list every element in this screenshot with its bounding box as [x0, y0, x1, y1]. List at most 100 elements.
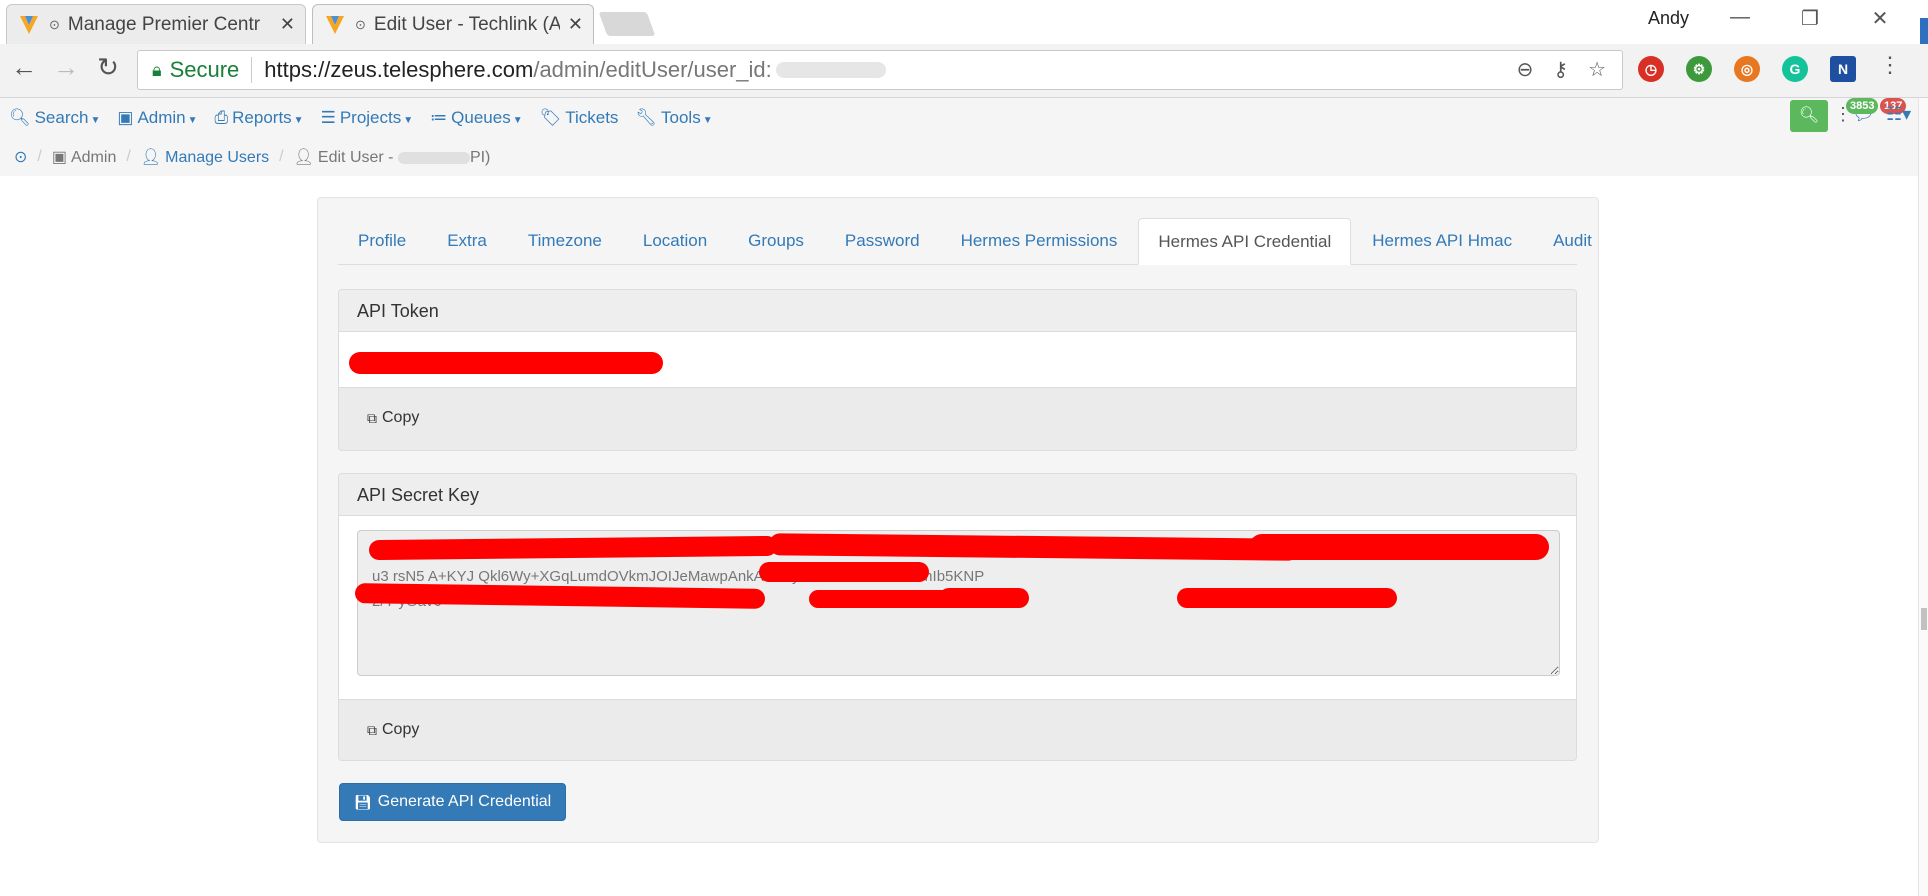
lock-icon: 🔒︎ — [152, 59, 162, 80]
breadcrumb-separator: / — [37, 148, 42, 165]
nav-queues[interactable]: ≔ Queues ▼ — [430, 108, 522, 128]
tab-timezone[interactable]: Timezone — [508, 218, 622, 264]
wrench-icon: 🔧︎ — [635, 108, 658, 127]
breadcrumb-manage-users[interactable]: 👤︎ Manage Users — [141, 147, 269, 167]
user-tabs: Profile Extra Timezone Location Groups P… — [338, 218, 1592, 265]
user-icon: 👤︎ — [140, 149, 162, 166]
breadcrumb-admin[interactable]: ▣ Admin — [52, 147, 116, 167]
page-scrollbar[interactable] — [1918, 98, 1928, 896]
browser-tab-edit-user[interactable]: ⊙ Edit User - Techlink (AI ✕ — [312, 4, 594, 44]
browser-tab-title: Edit User - Techlink (AI — [373, 13, 560, 35]
url-bar[interactable]: 🔒︎ Secure https://zeus.telesphere.com /a… — [137, 50, 1623, 90]
archive-icon: ▣ — [51, 149, 67, 166]
redaction-mark — [349, 352, 663, 374]
app-navbar: 🔍︎ Search ▼ ▣ Admin ▼ ⎙ Reports ▼ ☰ Projects ▼ ≔… — [0, 98, 1928, 138]
tab-location[interactable]: Location — [623, 218, 727, 264]
caret-down-icon: ▼ — [702, 115, 713, 126]
zoom-icon[interactable]: ⊖ — [1517, 57, 1534, 82]
tab-hermes-permissions[interactable]: Hermes Permissions — [941, 218, 1138, 264]
caret-down-icon: ▼ — [293, 115, 304, 126]
nav-label: Admin — [137, 108, 186, 127]
breadcrumb-edit-user: 👤︎ Edit User - PI) — [294, 147, 491, 167]
breadcrumb: ⊙ / ▣ Admin / 👤︎ Manage Users / 👤︎ Edit Use… — [0, 138, 1928, 176]
gear-extension-icon[interactable]: ⚙ — [1686, 56, 1712, 82]
globe-icon: ⊙ — [355, 16, 366, 32]
save-icon: 💾︎ — [354, 793, 372, 810]
app-logo-icon — [326, 15, 344, 34]
star-icon[interactable]: ☆ — [1588, 57, 1606, 82]
browser-tab-bar: ⊙ Manage Premier Centr ✕ ⊙ Edit User - T… — [0, 0, 1928, 44]
browser-tab-title: Manage Premier Centr — [67, 13, 261, 35]
browser-menu-icon[interactable]: ⋮ — [1872, 52, 1908, 78]
nav-admin[interactable]: ▣ Admin ▼ — [117, 108, 197, 128]
caret-down-icon: ▼ — [512, 115, 523, 126]
key-icon[interactable]: ⚷ — [1553, 57, 1568, 82]
tab-groups[interactable]: Groups — [728, 218, 824, 264]
timer-extension-icon[interactable]: ◷ — [1638, 56, 1664, 82]
copy-icon: ⧉ — [367, 409, 377, 426]
forward-icon[interactable]: → — [48, 52, 84, 83]
search-icon: 🔍︎ — [9, 108, 31, 127]
restore-icon[interactable]: ❐ — [1790, 6, 1830, 31]
nav-label: Projects — [339, 108, 402, 127]
generate-label: Generate API Credential — [377, 793, 552, 810]
close-tab-icon[interactable]: ✕ — [280, 14, 295, 35]
tab-profile[interactable]: Profile — [338, 218, 426, 264]
breadcrumb-label: Manage Users — [165, 149, 270, 166]
api-token-value[interactable] — [339, 332, 1576, 388]
tab-audit[interactable]: Audit — [1533, 218, 1612, 264]
sliders-icon[interactable]: ☷▾ — [1886, 104, 1911, 125]
lifebuoy-extension-icon[interactable]: ◎ — [1734, 56, 1760, 82]
browser-tab-manage-premier[interactable]: ⊙ Manage Premier Centr ✕ — [6, 4, 306, 44]
close-window-icon[interactable]: ✕ — [1860, 6, 1900, 31]
back-icon[interactable]: ← — [6, 52, 42, 83]
tab-extra[interactable]: Extra — [427, 218, 507, 264]
api-secret-footer: ⧉ Copy — [339, 700, 1576, 760]
n-extension-icon[interactable]: N — [1830, 56, 1856, 82]
tag-icon: 🏷︎ — [539, 108, 562, 127]
close-tab-icon[interactable]: ✕ — [568, 14, 583, 35]
api-token-panel: API Token ⧉ Copy — [338, 289, 1577, 451]
messages-badge: 3853 — [1846, 98, 1879, 114]
redacted-user-id — [775, 62, 886, 78]
redaction-mark — [368, 535, 778, 561]
caret-down-icon: ▼ — [90, 115, 101, 126]
home-icon[interactable]: ⊙ — [14, 147, 27, 167]
nav-reports[interactable]: ⎙ Reports ▼ — [215, 108, 304, 128]
scrollbar-thumb[interactable] — [1921, 608, 1927, 630]
tab-hermes-api-credential[interactable]: Hermes API Credential — [1138, 218, 1352, 265]
copy-secret-button[interactable]: ⧉ Copy — [357, 714, 429, 746]
redacted-user-name — [397, 151, 470, 164]
reload-icon[interactable]: ↻ — [90, 52, 126, 83]
nav-search[interactable]: 🔍︎ Search ▼ — [9, 108, 100, 128]
tab-hermes-api-hmac[interactable]: Hermes API Hmac — [1352, 218, 1532, 264]
tab-password[interactable]: Password — [825, 218, 940, 264]
print-icon: ⎙ — [214, 108, 229, 127]
window-edge-accent — [1920, 18, 1928, 46]
nav-tickets[interactable]: 🏷︎ Tickets — [540, 108, 619, 128]
nav-projects[interactable]: ☰ Projects ▼ — [321, 108, 414, 128]
grammarly-icon[interactable]: G — [1782, 56, 1808, 82]
breadcrumb-separator: / — [279, 148, 284, 165]
nav-label: Reports — [232, 108, 292, 127]
copy-icon: ⧉ — [367, 721, 377, 738]
list-icon: ≔ — [430, 108, 448, 127]
caret-down-icon: ▼ — [187, 115, 198, 126]
generate-api-credential-button[interactable]: 💾︎ Generate API Credential — [339, 783, 567, 821]
projects-icon: ☰ — [320, 108, 336, 127]
browser-profile-name[interactable]: Andy — [1648, 8, 1689, 29]
redaction-mark — [1249, 534, 1549, 560]
nav-label: Queues — [451, 108, 511, 127]
new-tab-button[interactable] — [598, 12, 656, 36]
user-icon: 👤︎ — [293, 149, 314, 166]
secure-label: Secure — [169, 57, 240, 82]
nav-tools[interactable]: 🔧︎ Tools ▼ — [635, 108, 712, 128]
nav-label: Search — [34, 108, 89, 127]
quick-search-button[interactable]: 🔍︎ — [1790, 100, 1828, 132]
minimize-icon[interactable]: — — [1720, 6, 1760, 29]
omnibox-separator — [251, 57, 253, 83]
copy-token-button[interactable]: ⧉ Copy — [357, 402, 429, 434]
nav-label: Tickets — [565, 108, 619, 127]
api-secret-panel: API Secret Key bs60Q/U TixCSN u3 rsN5 A+… — [338, 473, 1577, 761]
search-icon: 🔍︎ — [1798, 107, 1820, 124]
